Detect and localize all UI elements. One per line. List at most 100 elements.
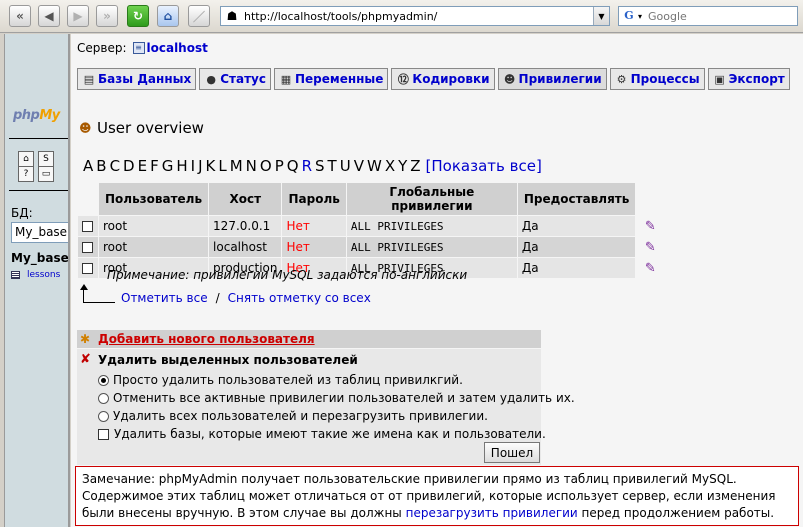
stop-icon[interactable]: ／ [188, 5, 210, 27]
delete-users-title: ✘ Удалить выделенных пользователей [80, 352, 358, 367]
search-engine-dropdown-icon[interactable]: ▾ [638, 12, 648, 21]
url-dropdown-icon[interactable]: ▼ [593, 7, 609, 25]
check-all-row: Отметить все / Снять отметку со всех [80, 284, 371, 305]
checkbox-column-header [78, 183, 98, 215]
phpmyadmin-logo[interactable]: phpMy [13, 108, 60, 123]
cell-host: 127.0.0.1 [209, 216, 282, 236]
letter-q: Q [286, 157, 299, 175]
cell-grant: Да [517, 237, 636, 257]
radio-button[interactable] [98, 392, 109, 404]
reload-icon[interactable]: ↻ [127, 5, 149, 27]
tab-status[interactable]: ● Статус [199, 68, 271, 90]
column-header-host: Хост [209, 183, 282, 215]
add-user-link[interactable]: Добавить нового пользователя [98, 332, 315, 346]
favicon-icon: ☗ [226, 9, 238, 23]
forward-icon[interactable]: ▶ [67, 5, 89, 27]
option-label[interactable]: Просто удалить пользователей из таблиц п… [113, 373, 463, 387]
delete-option-3[interactable]: Удалить всех пользователей и перезагрузи… [98, 409, 488, 423]
show-all-link[interactable]: [Показать все] [426, 157, 542, 175]
letter-o: O [259, 157, 272, 175]
tab-databases[interactable]: ▤ Базы Данных [77, 68, 197, 90]
letter-r[interactable]: R [302, 157, 312, 175]
home-icon[interactable]: ⌂ [157, 5, 179, 27]
letter-t: T [327, 157, 337, 175]
letter-g: G [161, 157, 174, 175]
cell-host: localhost [209, 237, 282, 257]
sql-window-icon[interactable]: ▭ [38, 166, 54, 182]
server-breadcrumb: Сервер: ≡ localhost [77, 41, 208, 55]
table-icon[interactable] [11, 271, 20, 279]
go-button[interactable]: Пошел [484, 442, 540, 463]
letter-i: I [190, 157, 196, 175]
logo-php: php [13, 108, 40, 123]
tab-processes[interactable]: ⚙ Процессы [609, 68, 705, 90]
letter-h: H [176, 157, 188, 175]
tab-label: Базы Данных [98, 72, 192, 86]
letter-c: C [109, 157, 121, 175]
option-label[interactable]: Удалить всех пользователей и перезагрузи… [113, 409, 488, 423]
check-separator: / [215, 291, 220, 305]
column-header-privileges: Глобальные привилегии [346, 183, 517, 215]
row-checkbox[interactable] [82, 221, 93, 232]
row-checkbox[interactable] [82, 263, 93, 274]
nav-divider [9, 190, 68, 191]
tab-label: Статус [220, 72, 266, 86]
column-header-password: Пароль [282, 183, 346, 215]
letter-x: X [384, 157, 396, 175]
page-title: ☻ User overview [79, 119, 204, 137]
tab-charsets[interactable]: ⑫ Кодировки [391, 68, 495, 90]
tab-label: Процессы [630, 72, 700, 86]
search-bar[interactable]: G ▾ [618, 6, 798, 26]
search-input[interactable] [648, 9, 797, 23]
google-icon[interactable]: G [622, 9, 636, 23]
letter-m: M [229, 157, 243, 175]
users-icon: ☻ [503, 72, 516, 86]
option-label[interactable]: Удалить базы, которые имеют такие же име… [114, 427, 546, 441]
home-icon[interactable]: ⌂ [18, 151, 34, 167]
tab-label: Экспорт [728, 72, 785, 86]
query-icon[interactable]: ? [18, 166, 34, 182]
page-title-text: User overview [97, 119, 204, 137]
delete-option-1[interactable]: Просто удалить пользователей из таблиц п… [98, 373, 463, 387]
url-text[interactable]: http://localhost/tools/phpmyadmin/ [244, 10, 593, 23]
export-icon: ▣ [714, 72, 725, 86]
option-label[interactable]: Отменить все активные привилегии пользов… [113, 391, 575, 405]
back-icon[interactable]: ◀ [38, 5, 60, 27]
database-icon: ▤ [83, 72, 95, 86]
rewind-icon[interactable]: « [9, 5, 31, 27]
edit-icon[interactable]: ✎ [645, 219, 656, 234]
tab-export[interactable]: ▣ Экспорт [707, 68, 790, 90]
db-name[interactable]: My_base [11, 251, 68, 265]
radio-button[interactable] [98, 374, 109, 386]
edit-icon[interactable]: ✎ [645, 240, 656, 255]
cell-password: Нет [282, 216, 346, 236]
letter-d: D [123, 157, 135, 175]
server-link[interactable]: localhost [147, 41, 208, 55]
reload-privileges-link[interactable]: перезагрузить привилегии [406, 506, 578, 520]
tab-label: Кодировки [412, 72, 490, 86]
uncheck-all-link[interactable]: Снять отметку со всех [228, 291, 371, 305]
db-select[interactable]: My_base [11, 222, 68, 243]
table-item-label[interactable]: lessons [27, 270, 60, 280]
table-row: root 127.0.0.1 Нет ALL PRIVILEGES Да ✎ [78, 216, 664, 236]
sql-icon[interactable]: S [38, 151, 54, 167]
notice-box: Замечание: phpMyAdmin получает пользоват… [75, 466, 799, 526]
delete-user-icon: ✘ [80, 352, 91, 367]
delete-databases-option[interactable]: Удалить базы, которые имеют такие же име… [98, 427, 546, 441]
users-table: Пользователь Хост Пароль Глобальные прив… [77, 182, 665, 279]
delete-databases-checkbox[interactable] [98, 428, 109, 440]
cell-grant: Да [517, 258, 636, 278]
table-item-lessons[interactable]: lessons [11, 270, 60, 280]
address-bar[interactable]: ☗ http://localhost/tools/phpmyadmin/ ▼ [220, 6, 610, 26]
fast-forward-icon[interactable]: » [96, 5, 118, 27]
edit-icon[interactable]: ✎ [645, 261, 656, 276]
cell-password: Нет [282, 237, 346, 257]
add-user-icon: ✱ [80, 332, 91, 346]
tab-privileges[interactable]: ☻ Привилегии [497, 68, 607, 90]
check-all-link[interactable]: Отметить все [121, 291, 208, 305]
row-checkbox[interactable] [82, 242, 93, 253]
tab-variables[interactable]: ▦ Переменные [273, 68, 389, 90]
radio-button[interactable] [98, 410, 109, 422]
letter-j: J [198, 157, 203, 175]
delete-option-2[interactable]: Отменить все активные привилегии пользов… [98, 391, 575, 405]
